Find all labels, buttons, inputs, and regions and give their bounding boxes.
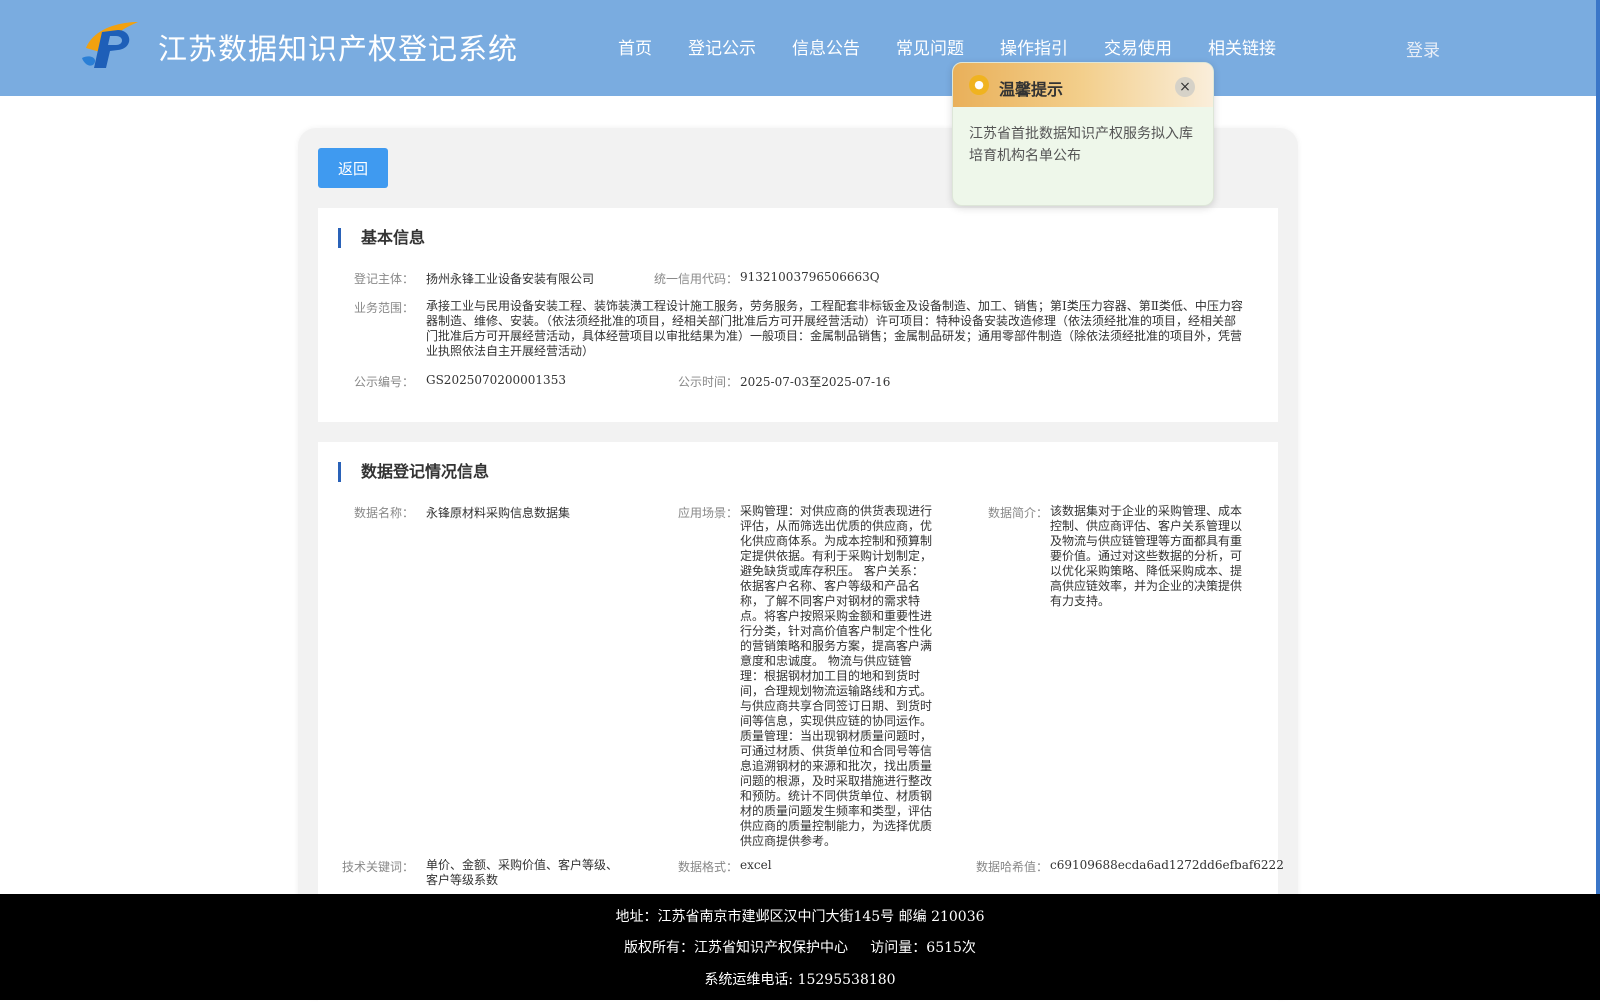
intro-value: 该数据集对于企业的采购管理、成本控制、供应商评估、客户关系管理以及物流与供应链管… (1050, 504, 1243, 608)
close-icon[interactable]: × (1175, 77, 1195, 97)
popup-header: ● 温馨提示 × (953, 63, 1213, 107)
pub-time-label: 公示时间： (677, 375, 738, 389)
lightbulb-icon: ● (969, 75, 989, 95)
nav-links[interactable]: 相关链接 (1208, 34, 1276, 62)
nav-trading[interactable]: 交易使用 (1104, 34, 1172, 62)
top-header: 江苏数据知识产权登记系统 首页 登记公示 信息公告 常见问题 操作指引 交易使用… (0, 0, 1596, 96)
footer-address: 地址：江苏省南京市建邺区汉中门大街145号 邮编 210036 (615, 909, 985, 925)
nav-faq[interactable]: 常见问题 (896, 34, 964, 62)
pub-no-value: GS2025070200001353 (426, 373, 566, 387)
basic-info-section: 基本信息 登记主体： 扬州永锋工业设备安装有限公司 统一信用代码： 913210… (318, 208, 1278, 422)
nav-guide[interactable]: 操作指引 (1000, 34, 1068, 62)
entity-label: 登记主体： (353, 272, 414, 286)
scene-value: 采购管理：对供应商的供货表现进行评估，从而筛选出优质的供应商，优化供应商体系。为… (740, 504, 933, 848)
keywords-label: 技术关键词： (341, 860, 414, 874)
popup-message-link[interactable]: 江苏省首批数据知识产权服务拟入库培育机构名单公布 (969, 123, 1201, 167)
section-title: 基本信息 (338, 228, 425, 248)
credit-code-value: 91321003796506663Q (740, 270, 880, 284)
data-name-label: 数据名称： (353, 506, 414, 520)
site-title[interactable]: 江苏数据知识产权登记系统 (158, 26, 518, 68)
format-label: 数据格式： (677, 860, 738, 874)
entity-value: 扬州永锋工业设备安装有限公司 (426, 272, 595, 286)
nav-announcements[interactable]: 信息公告 (792, 34, 860, 62)
footer-phone: 系统运维电话: 15295538180 (704, 972, 896, 988)
keywords-value: 单价、金额、采购价值、客户等级、客户等级系数 (426, 858, 619, 887)
pub-time-value: 2025-07-03至2025-07-16 (740, 375, 891, 389)
scene-label: 应用场景： (677, 506, 738, 520)
main-nav: 首页 登记公示 信息公告 常见问题 操作指引 交易使用 相关链接 (618, 34, 1312, 62)
format-value: excel (740, 858, 772, 872)
page-footer: 地址：江苏省南京市建邺区汉中门大街145号 邮编 210036 版权所有：江苏省… (0, 894, 1600, 1000)
nav-home[interactable]: 首页 (618, 34, 652, 62)
intro-label: 数据简介： (987, 506, 1048, 520)
detail-card: 返回 基本信息 登记主体： 扬州永锋工业设备安装有限公司 统一信用代码： 913… (298, 128, 1298, 1002)
section-title: 数据登记情况信息 (338, 462, 489, 482)
notice-popup: ● 温馨提示 × 江苏省首批数据知识产权服务拟入库培育机构名单公布 (952, 62, 1214, 206)
hash-value: c69109688ecda6ad1272dd6efbaf6222 (1050, 858, 1284, 872)
scope-label: 业务范围： (353, 301, 414, 315)
footer-copyright: 版权所有：江苏省知识产权保护中心 访问量：6515次 (624, 940, 976, 956)
scope-value: 承接工业与民用设备安装工程、装饰装潢工程设计施工服务，劳务服务，工程配套非标钣金… (426, 299, 1243, 358)
back-button[interactable]: 返回 (318, 148, 388, 188)
nav-registration-publicity[interactable]: 登记公示 (688, 34, 756, 62)
login-link[interactable]: 登录 (1406, 36, 1440, 61)
page-scrollbar[interactable] (1596, 0, 1600, 936)
pub-no-label: 公示编号： (353, 375, 414, 389)
credit-code-label: 统一信用代码： (653, 272, 738, 286)
hash-label: 数据哈希值： (975, 860, 1048, 874)
site-logo-icon[interactable] (80, 18, 140, 70)
data-name-value: 永锋原材料采购信息数据集 (426, 506, 571, 520)
popup-title: 温馨提示 (999, 80, 1064, 99)
